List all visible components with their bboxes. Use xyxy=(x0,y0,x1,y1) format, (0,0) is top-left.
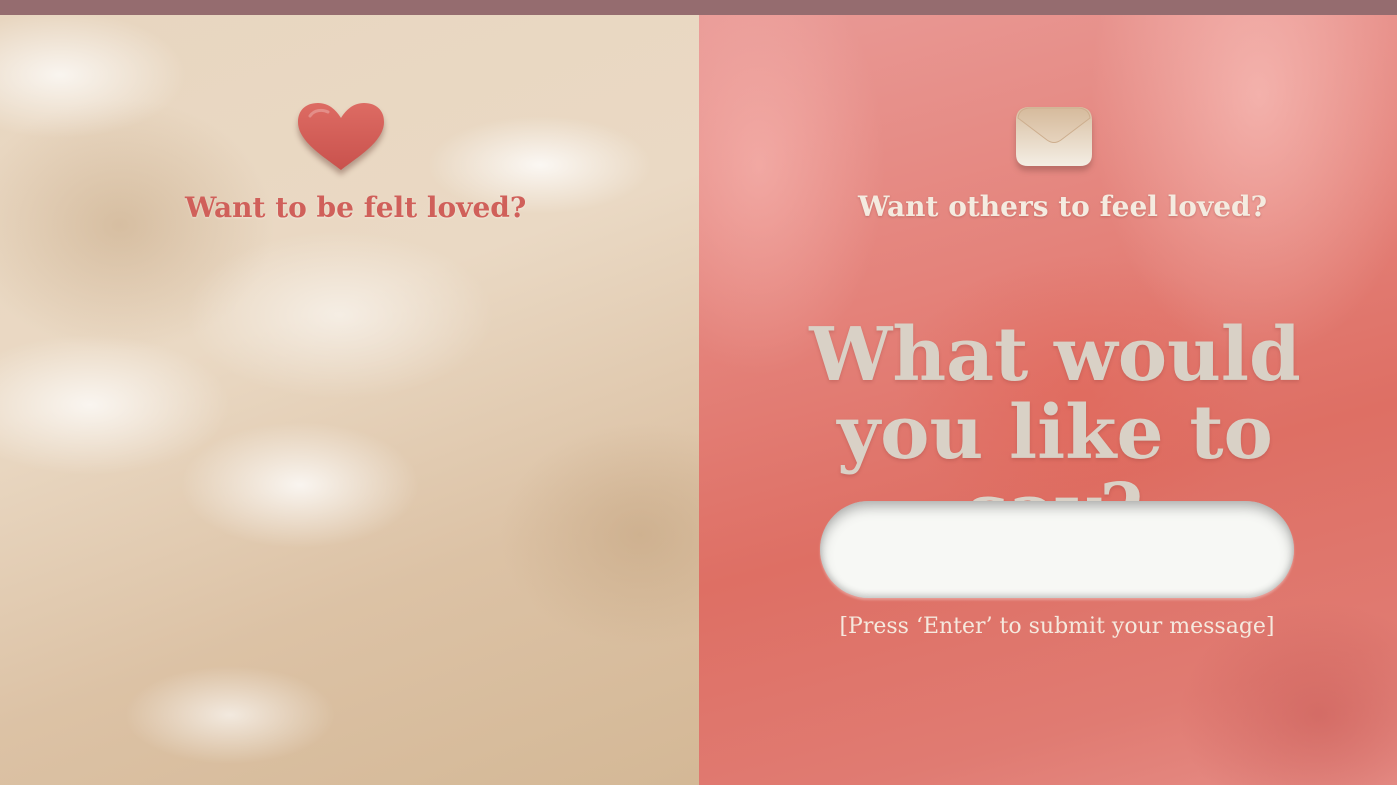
top-bar xyxy=(0,0,1397,15)
message-input[interactable] xyxy=(820,501,1294,598)
submit-hint: [Press ‘Enter’ to submit your message] xyxy=(839,614,1275,639)
heart-icon[interactable] xyxy=(296,102,386,172)
headline-line-1: What would xyxy=(809,312,1301,398)
send-love-question[interactable]: Want others to feel loved? xyxy=(858,190,1267,223)
envelope-icon[interactable] xyxy=(1013,104,1095,168)
receive-love-question[interactable]: Want to be felt loved? xyxy=(185,191,526,224)
